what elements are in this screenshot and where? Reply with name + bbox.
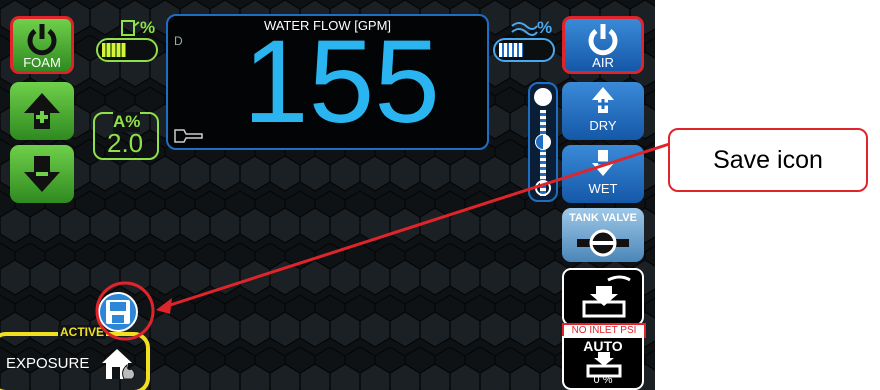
air-power-button[interactable]: AIR xyxy=(562,16,644,74)
callout-box: Save icon xyxy=(668,128,868,192)
power-icon xyxy=(27,24,57,56)
slider-thumb[interactable] xyxy=(535,134,551,150)
hand-press-icon xyxy=(582,275,631,318)
dry-marker-icon xyxy=(534,88,552,106)
arrow-up-icon xyxy=(592,87,614,113)
control-panel: FOAM % A% 2.0 WATER FLOW [GPM] D 155 % A… xyxy=(0,0,655,390)
wet-label: WET xyxy=(588,181,618,196)
active-label: ACTIVE xyxy=(58,325,107,339)
tank-valve-button[interactable]: TANK VALVE xyxy=(562,208,644,262)
water-flow-value: 155 xyxy=(243,16,440,148)
arrow-up-icon xyxy=(24,93,60,129)
dry-button[interactable]: DRY xyxy=(562,82,644,140)
air-level-bar xyxy=(493,38,555,62)
air-level-fill xyxy=(499,43,523,57)
nozzle-icon xyxy=(174,129,203,143)
wet-button[interactable]: WET xyxy=(562,145,644,203)
save-button[interactable] xyxy=(98,292,138,332)
inlet-button[interactable] xyxy=(562,268,644,326)
foam-percent-label: % xyxy=(140,18,156,37)
air-level-indicator[interactable]: % xyxy=(493,18,559,64)
air-wave-icon xyxy=(511,22,538,36)
exposure-label: EXPOSURE xyxy=(6,355,90,372)
dry-label: DRY xyxy=(589,118,617,133)
save-icon xyxy=(106,300,130,324)
foam-increase-button[interactable] xyxy=(10,82,74,140)
water-flow-display: WATER FLOW [GPM] D 155 xyxy=(166,14,489,150)
air-percent-label: % xyxy=(537,18,553,37)
wet-marker-icon xyxy=(535,180,551,196)
foam-decrease-button[interactable] xyxy=(10,145,74,203)
foam-power-button[interactable]: FOAM xyxy=(10,16,74,74)
foam-level-indicator[interactable]: % xyxy=(94,18,160,64)
valve-icon xyxy=(577,229,629,257)
arrow-down-icon xyxy=(592,150,614,176)
exposure-button[interactable] xyxy=(100,345,138,381)
tank-valve-label: TANK VALVE xyxy=(569,212,637,224)
consistency-slider[interactable] xyxy=(528,82,558,202)
power-icon xyxy=(588,24,618,56)
foam-label: FOAM xyxy=(23,55,61,70)
a-percent-value: 2.0 xyxy=(107,128,144,158)
foam-level-bar xyxy=(96,38,158,62)
air-label: AIR xyxy=(592,55,614,70)
foam-level-fill xyxy=(102,43,126,57)
callout-text: Save icon xyxy=(713,146,823,174)
house-fire-icon xyxy=(102,349,135,380)
a-percent-display[interactable]: A% 2.0 xyxy=(93,112,159,160)
auto-value: 0 % xyxy=(593,374,613,386)
arrow-down-icon xyxy=(24,156,60,192)
auto-button[interactable]: AUTO 0 % xyxy=(562,336,644,390)
